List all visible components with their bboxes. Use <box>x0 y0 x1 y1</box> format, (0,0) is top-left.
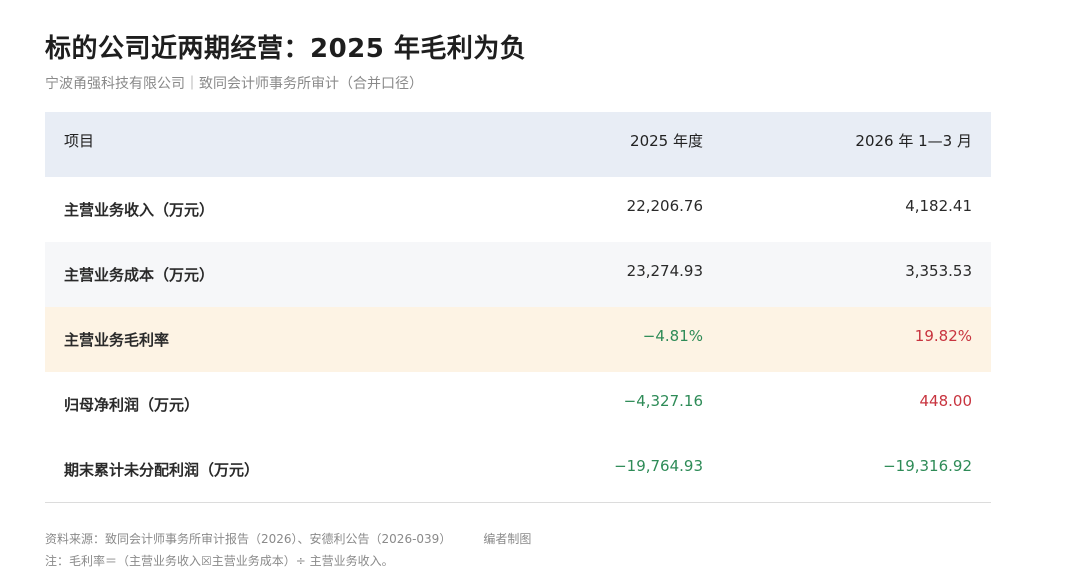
value-2025: −4.81% <box>642 326 703 345</box>
header-item: 项目 <box>64 132 95 150</box>
header-2026q1: 2026 年 1—3 月 <box>855 132 972 150</box>
page-subtitle: 宁波甬强科技有限公司｜致同会计师事务所审计（合并口径） <box>45 76 423 92</box>
table-row-retained-earnings: 期末累计未分配利润（万元） −19,764.93 −19,316.92 <box>45 437 991 502</box>
row-label: 归母净利润（万元） <box>64 396 200 414</box>
value-2026: −19,316.92 <box>883 456 972 475</box>
table-header-row: 项目 2025 年度 2026 年 1—3 月 <box>45 112 991 177</box>
value-2025: −4,327.16 <box>623 391 703 410</box>
row-label: 主营业务毛利率 <box>64 331 170 349</box>
value-2025: 22,206.76 <box>626 196 703 215</box>
table-row-gross-margin: 主营业务毛利率 −4.81% 19.82% <box>45 307 991 372</box>
source-line: 资料来源：致同会计师事务所审计报告（2026）、安德利公告（2026-039） 编… <box>45 530 531 547</box>
row-label: 期末累计未分配利润（万元） <box>64 461 260 479</box>
value-2025: −19,764.93 <box>614 456 703 475</box>
table-row-revenue: 主营业务收入（万元） 22,206.76 4,182.41 <box>45 177 991 242</box>
value-2026: 448.00 <box>919 391 973 410</box>
table-row-cost: 主营业务成本（万元） 23,274.93 3,353.53 <box>45 242 991 307</box>
row-label: 主营业务成本（万元） <box>64 266 215 284</box>
table-row-net-profit: 归母净利润（万元） −4,327.16 448.00 <box>45 372 991 437</box>
footer-divider <box>45 502 991 503</box>
value-2025: 23,274.93 <box>626 261 703 280</box>
row-label: 主营业务收入（万元） <box>64 201 215 219</box>
value-2026: 19.82% <box>914 326 972 345</box>
source-text: 资料来源：致同会计师事务所审计报告（2026）、安德利公告（2026-039） <box>45 532 452 546</box>
value-2026: 4,182.41 <box>905 196 972 215</box>
footnote: 注：毛利率＝（主营业务收入☒主营业务成本）÷ 主营业务收入。 <box>45 554 394 568</box>
header-2025: 2025 年度 <box>630 132 703 150</box>
value-2026: 3,353.53 <box>905 261 972 280</box>
financial-table: 项目 2025 年度 2026 年 1—3 月 主营业务收入（万元） 22,20… <box>45 112 991 502</box>
author-credit: 编者制图 <box>483 532 532 546</box>
page-title: 标的公司近两期经营：2025 年毛利为负 <box>45 34 527 64</box>
